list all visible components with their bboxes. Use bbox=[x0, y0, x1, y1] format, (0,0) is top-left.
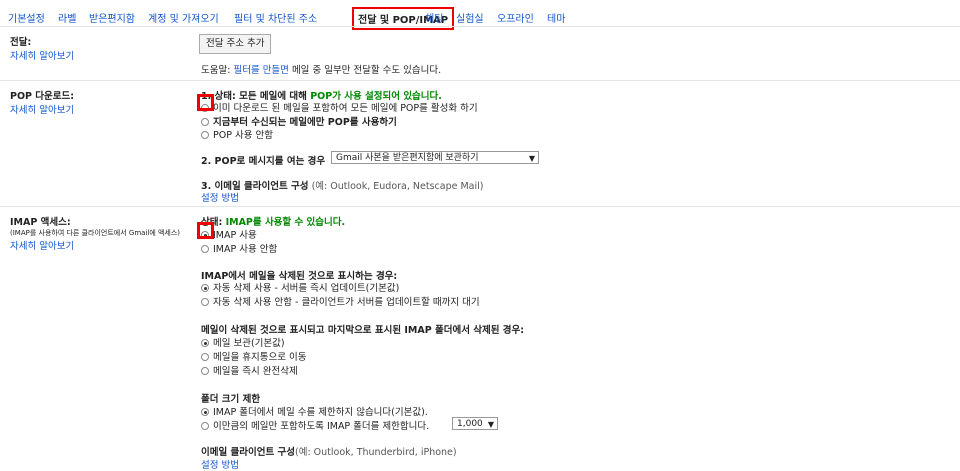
folder-no-limit-label: IMAP 폴더에서 메일 수를 제한하지 않습니다(기본값). bbox=[213, 407, 428, 418]
pop-from-now-radio[interactable] bbox=[201, 118, 209, 126]
tab-general[interactable]: 기본설정 bbox=[8, 10, 45, 25]
tab-themes[interactable]: 테마 bbox=[547, 10, 565, 25]
imap-enable-label: IMAP 사용 bbox=[213, 230, 257, 241]
folder-limit-radio[interactable] bbox=[201, 422, 209, 430]
tab-offline[interactable]: 오프라인 bbox=[497, 10, 534, 25]
imap-title: IMAP 액세스: bbox=[10, 217, 71, 228]
dropdown-arrow-icon: ▼ bbox=[528, 154, 535, 163]
tab-labs[interactable]: 실험실 bbox=[456, 10, 484, 25]
imap-description: (IMAP를 사용하여 다른 클라이언트에서 Gmail에 액세스) bbox=[10, 229, 181, 237]
imap-section: IMAP 액세스: (IMAP를 사용하여 다른 클라이언트에서 Gmail에 … bbox=[0, 206, 960, 471]
folder-limit-label: 이만큼의 메일만 포함하도록 IMAP 폴더를 제한합니다. bbox=[213, 421, 430, 432]
create-filter-link[interactable]: 필터를 만들면 bbox=[233, 65, 288, 76]
pop-q3: 3. 이메일 클라이언트 구성 (예: Outlook, Eudora, Net… bbox=[201, 178, 483, 192]
highlight-pop-all-radio bbox=[197, 94, 214, 111]
expunge-delete-label: 메일을 즉시 완전삭제 bbox=[213, 366, 298, 377]
imap-client-example: (예: Outlook, Thunderbird, iPhone) bbox=[295, 447, 457, 458]
tab-labels[interactable]: 라벨 bbox=[58, 10, 76, 25]
auto-expunge-on-radio[interactable] bbox=[201, 284, 209, 292]
highlight-imap-enable-radio bbox=[197, 222, 214, 239]
expunge-delete-option[interactable]: 메일을 즉시 완전삭제 bbox=[201, 363, 298, 377]
pop-action-select-value: Gmail 사본을 받은편지함에 보관하기 bbox=[336, 153, 479, 163]
pop-title: POP 다운로드: bbox=[10, 91, 75, 102]
folder-no-limit-option[interactable]: IMAP 폴더에서 메일 수를 제한하지 않습니다(기본값). bbox=[201, 404, 428, 418]
pop-action-select[interactable]: Gmail 사본을 받은편지함에 보관하기 ▼ bbox=[331, 151, 539, 164]
add-forwarding-address-button[interactable]: 전달 주소 추가 bbox=[199, 34, 272, 54]
pop-q2-label: 2. POP로 메시지를 여는 경우 bbox=[201, 156, 326, 167]
imap-client-config: 이메일 클라이언트 구성(예: Outlook, Thunderbird, iP… bbox=[201, 444, 457, 458]
pop-section: POP 다운로드: 자세히 알아보기 1. 상태: 모든 메일에 대해 POP가… bbox=[0, 80, 960, 207]
pop-disable-radio[interactable] bbox=[201, 131, 209, 139]
tab-filters[interactable]: 필터 및 차단된 주소 bbox=[234, 10, 317, 25]
expunge-trash-label: 메일을 휴지통으로 이동 bbox=[213, 352, 307, 363]
expunge-trash-radio[interactable] bbox=[201, 353, 209, 361]
forwarding-tip: 도움말: 필터를 만들면 메일 중 일부만 전달할 수도 있습니다. bbox=[201, 62, 441, 76]
expunge-trash-option[interactable]: 메일을 휴지통으로 이동 bbox=[201, 349, 306, 363]
expunge-archive-option[interactable]: 메일 보관(기본값) bbox=[201, 335, 285, 349]
pop-q3-example: (예: Outlook, Eudora, Netscape Mail) bbox=[308, 181, 484, 192]
pop-option-from-now[interactable]: 지금부터 수신되는 메일에만 POP를 사용하기 bbox=[201, 114, 397, 128]
tip-prefix: 도움말: bbox=[201, 65, 234, 76]
auto-expunge-off-label: 자동 삭제 사용 안함 - 클라이언트가 서버를 업데이트할 때까지 대기 bbox=[213, 297, 480, 308]
pop-option-all-label: 이미 다운로드 된 메일을 포함하여 모든 메일에 POP를 활성화 하기 bbox=[213, 103, 478, 114]
imap-learn-more-link[interactable]: 자세히 알아보기 bbox=[10, 238, 190, 252]
expunge-archive-label: 메일 보관(기본값) bbox=[213, 338, 285, 349]
tip-suffix: 메일 중 일부만 전달할 수도 있습니다. bbox=[288, 65, 442, 76]
auto-expunge-off-radio[interactable] bbox=[201, 298, 209, 306]
expunge-delete-radio[interactable] bbox=[201, 367, 209, 375]
imap-disable-option[interactable]: IMAP 사용 안함 bbox=[201, 241, 277, 255]
imap-auto-expunge-off[interactable]: 자동 삭제 사용 안함 - 클라이언트가 서버를 업데이트할 때까지 대기 bbox=[201, 294, 480, 308]
tab-chat[interactable]: 채팅 bbox=[425, 10, 443, 25]
pop-setup-link[interactable]: 설정 방법 bbox=[201, 190, 239, 204]
dropdown-arrow-icon: ▼ bbox=[487, 420, 494, 429]
folder-limit-select[interactable]: 1,000 ▼ bbox=[452, 417, 498, 430]
imap-setup-link[interactable]: 설정 방법 bbox=[201, 457, 239, 471]
imap-status: 상태: IMAP를 사용할 수 있습니다. bbox=[201, 214, 345, 228]
folder-no-limit-radio[interactable] bbox=[201, 408, 209, 416]
expunge-archive-radio[interactable] bbox=[201, 339, 209, 347]
imap-auto-expunge-on[interactable]: 자동 삭제 사용 - 서버를 즉시 업데이트(기본값) bbox=[201, 280, 399, 294]
imap-disable-label: IMAP 사용 안함 bbox=[213, 244, 278, 255]
auto-expunge-on-label: 자동 삭제 사용 - 서버를 즉시 업데이트(기본값) bbox=[213, 283, 400, 294]
pop-option-disable[interactable]: POP 사용 안함 bbox=[201, 127, 273, 141]
pop-option-all[interactable]: 이미 다운로드 된 메일을 포함하여 모든 메일에 POP를 활성화 하기 bbox=[201, 100, 478, 114]
folder-limit-option[interactable]: 이만큼의 메일만 포함하도록 IMAP 폴더를 제한합니다. bbox=[201, 418, 429, 432]
imap-disable-radio[interactable] bbox=[201, 245, 209, 253]
pop-learn-more-link[interactable]: 자세히 알아보기 bbox=[10, 102, 190, 116]
forwarding-title: 전달: bbox=[10, 37, 32, 48]
tab-inbox[interactable]: 받은편지함 bbox=[89, 10, 135, 25]
settings-tabs: 기본설정 라벨 받은편지함 계정 및 가져오기 필터 및 차단된 주소 전달 및… bbox=[0, 0, 960, 30]
forwarding-learn-more-link[interactable]: 자세히 알아보기 bbox=[10, 48, 190, 62]
imap-expunge-title: 메일이 삭제된 것으로 표시되고 마지막으로 표시된 IMAP 폴더에서 삭제된… bbox=[201, 325, 525, 336]
tab-accounts-import[interactable]: 계정 및 가져오기 bbox=[148, 10, 219, 25]
forwarding-section: 전달: 자세히 알아보기 전달 주소 추가 도움말: 필터를 만들면 메일 중 … bbox=[0, 26, 960, 81]
folder-limit-select-value: 1,000 bbox=[457, 419, 483, 429]
folder-size-title: 폴더 크기 제한 bbox=[201, 394, 261, 405]
pop-option-disable-label: POP 사용 안함 bbox=[213, 130, 273, 141]
